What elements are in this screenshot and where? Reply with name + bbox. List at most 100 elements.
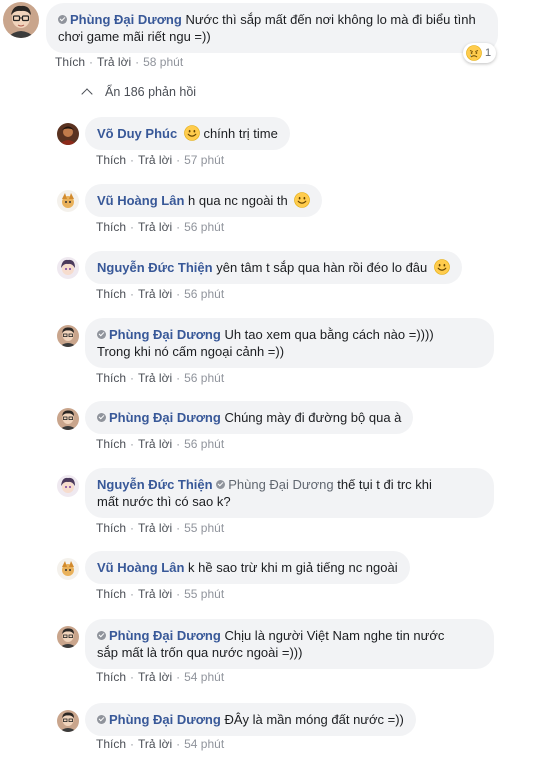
like-link[interactable]: Thích <box>96 287 126 301</box>
reply-link[interactable]: Trả lời <box>138 521 172 535</box>
timestamp[interactable]: 56 phút <box>184 437 224 451</box>
avatar-image-icon <box>57 558 79 580</box>
reply-text: Uh tao xem qua bằng cách nào =)))) <box>224 327 434 342</box>
reply-author[interactable]: Vũ Hoàng Lân <box>97 193 184 208</box>
reply-author[interactable]: Vũ Hoàng Lân <box>97 560 184 575</box>
reply-text: Trong khi nó cấm ngoại cảnh =)) <box>97 344 285 359</box>
reply-author[interactable]: Nguyễn Đức Thiện <box>97 477 213 492</box>
hide-replies-label: Ẩn 186 phản hồi <box>105 85 197 99</box>
reply-meta: Thích · Trả lời · 54 phút <box>96 737 225 751</box>
comment-author[interactable]: Phùng Đại Dương <box>70 12 182 27</box>
like-link[interactable]: Thích <box>96 521 126 535</box>
avatar[interactable] <box>57 475 79 497</box>
reply-bubble: Vũ Hoàng Lân k hề sao trừ khi m giả tiến… <box>85 551 410 584</box>
avatar[interactable] <box>57 190 79 212</box>
reply-text: Chúng mày đi đường bộ qua à <box>224 410 402 425</box>
reply-author[interactable]: Võ Duy Phúc <box>97 126 177 141</box>
reply-link[interactable]: Trả lời <box>138 287 172 301</box>
avatar-image-icon <box>57 257 79 279</box>
reply-bubble: Nguyễn Đức Thiện Phùng Đại Dương thế tụi… <box>85 468 494 518</box>
reply-text: mất nước thì có sao k? <box>97 494 231 509</box>
reply-bubble: Võ Duy Phúc chính trị time <box>85 117 290 150</box>
verified-badge-icon <box>97 330 106 339</box>
reply-link[interactable]: Trả lời <box>138 437 172 451</box>
reply-link[interactable]: Trả lời <box>97 55 131 69</box>
reply-link[interactable]: Trả lời <box>138 737 172 751</box>
reply-text: ĐÂy là mần móng đất nước =)) <box>224 712 404 727</box>
reply-author[interactable]: Phùng Đại Dương <box>109 712 221 727</box>
reply-link[interactable]: Trả lời <box>138 670 172 684</box>
timestamp[interactable]: 56 phút <box>184 287 224 301</box>
timestamp[interactable]: 57 phút <box>184 153 224 167</box>
reply-meta: Thích · Trả lời · 55 phút <box>96 587 225 601</box>
reply-meta: Thích · Trả lời · 54 phút <box>96 670 225 684</box>
timestamp[interactable]: 55 phút <box>184 587 224 601</box>
like-link[interactable]: Thích <box>96 587 126 601</box>
reply-bubble: Phùng Đại Dương Chịu là người Việt Nam n… <box>85 619 494 669</box>
reply-text: yên tâm t sắp qua hàn rồi đéo lo đâu <box>216 260 428 275</box>
smile-emoji-icon <box>294 192 310 208</box>
reaction-count[interactable]: 1 <box>463 43 497 63</box>
avatar-image-icon <box>57 710 79 732</box>
reply-link[interactable]: Trả lời <box>138 153 172 167</box>
reply-meta: Thích · Trả lời · 55 phút <box>96 521 225 535</box>
reply-bubble: Phùng Đại Dương ĐÂy là mần móng đất nước… <box>85 703 416 736</box>
avatar[interactable] <box>3 2 39 38</box>
like-link[interactable]: Thích <box>96 220 126 234</box>
avatar[interactable] <box>57 408 79 430</box>
reply-bubble: Phùng Đại Dương Chúng mày đi đường bộ qu… <box>85 401 414 434</box>
timestamp[interactable]: 56 phút <box>184 220 224 234</box>
reply-text: Chịu là người Việt Nam nghe tin nước <box>224 628 445 643</box>
reply-meta: Thích · Trả lời · 56 phút <box>96 287 225 301</box>
reply-text: chính trị time <box>203 126 278 141</box>
reply-author[interactable]: Phùng Đại Dương <box>109 628 221 643</box>
chevron-up-icon <box>81 88 93 100</box>
reply-meta: Thích · Trả lời · 56 phút <box>96 220 225 234</box>
reply-link[interactable]: Trả lời <box>138 371 172 385</box>
reply-meta: Thích · Trả lời · 56 phút <box>96 437 225 451</box>
timestamp[interactable]: 54 phút <box>184 737 224 751</box>
timestamp[interactable]: 58 phút <box>143 55 183 69</box>
comment-bubble: Phùng Đại Dương Nước thì sắp mất đến nơi… <box>46 3 498 53</box>
like-link[interactable]: Thích <box>55 55 85 69</box>
avatar-image-icon <box>57 123 79 145</box>
avatar[interactable] <box>57 325 79 347</box>
avatar-image-icon <box>57 626 79 648</box>
verified-badge-icon <box>97 413 106 422</box>
verified-badge-icon <box>97 715 106 724</box>
avatar[interactable] <box>57 257 79 279</box>
mention-tag[interactable]: Phùng Đại Dương <box>216 477 334 492</box>
reply-meta: Thích · Trả lời · 57 phút <box>96 153 225 167</box>
timestamp[interactable]: 56 phút <box>184 371 224 385</box>
avatar-image-icon <box>57 325 79 347</box>
like-link[interactable]: Thích <box>96 153 126 167</box>
comment-meta: Thích · Trả lời · 58 phút <box>55 55 184 69</box>
avatar[interactable] <box>57 626 79 648</box>
reply-author[interactable]: Phùng Đại Dương <box>109 410 221 425</box>
like-link[interactable]: Thích <box>96 670 126 684</box>
reply-text: sắp mất là trốn qua nước ngoài =))) <box>97 645 303 660</box>
verified-badge-icon <box>97 631 106 640</box>
avatar[interactable] <box>57 710 79 732</box>
hide-replies-toggle[interactable]: Ẩn 186 phản hồi <box>80 85 197 100</box>
reply-text: k hề sao trừ khi m giả tiếng nc ngoài <box>188 560 398 575</box>
reaction-number: 1 <box>485 47 492 59</box>
reply-author[interactable]: Nguyễn Đức Thiện <box>97 260 213 275</box>
reply-author[interactable]: Phùng Đại Dương <box>109 327 221 342</box>
avatar-face-icon <box>3 2 39 38</box>
like-link[interactable]: Thích <box>96 371 126 385</box>
timestamp[interactable]: 54 phút <box>184 670 224 684</box>
like-link[interactable]: Thích <box>96 437 126 451</box>
reply-link[interactable]: Trả lời <box>138 587 172 601</box>
timestamp[interactable]: 55 phút <box>184 521 224 535</box>
verified-badge-icon <box>216 480 226 489</box>
reply-meta: Thích · Trả lời · 56 phút <box>96 371 225 385</box>
reply-text: thế tụi t đi trc khi <box>337 477 432 492</box>
reply-bubble: Phùng Đại Dương Uh tao xem qua bằng cách… <box>85 318 494 368</box>
reply-link[interactable]: Trả lời <box>138 220 172 234</box>
reply-text: h qua nc ngoài th <box>188 193 288 208</box>
avatar[interactable] <box>57 558 79 580</box>
avatar[interactable] <box>57 123 79 145</box>
sad-reaction-icon <box>466 45 482 61</box>
like-link[interactable]: Thích <box>96 737 126 751</box>
